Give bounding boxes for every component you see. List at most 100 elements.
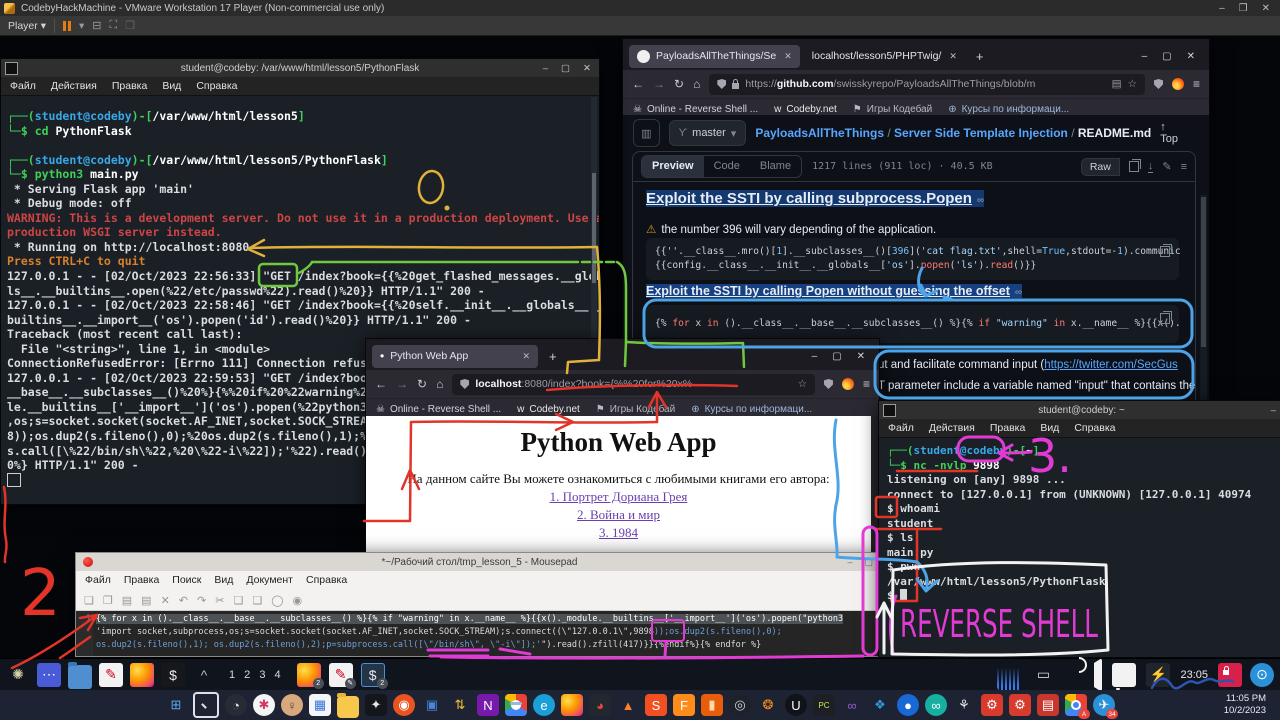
home-button[interactable]: ⌂ xyxy=(693,77,700,91)
red-folder-icon[interactable]: ▤ xyxy=(1037,694,1059,716)
map-pin-icon[interactable]: ● xyxy=(897,694,919,716)
close-button[interactable]: ✕ xyxy=(1187,51,1195,62)
menu-item-справка[interactable]: Справка xyxy=(196,80,237,92)
mousepad-window[interactable]: *~/Рабочий стол/tmp_lesson_5 - Mousepad … xyxy=(75,552,884,657)
app-menu-icon[interactable]: ≡ xyxy=(863,377,870,391)
menu-item-файл[interactable]: Файл xyxy=(10,80,36,92)
minimize-button[interactable]: – xyxy=(847,557,852,568)
tab-close-icon[interactable]: ✕ xyxy=(522,351,530,362)
readme-heading-subprocess-popen[interactable]: Exploit the SSTI by calling subprocess.P… xyxy=(646,190,984,207)
menu-item-правка[interactable]: Правка xyxy=(112,80,147,92)
visual-studio-icon[interactable]: ∞ xyxy=(841,694,863,716)
maximize-button[interactable]: ▢ xyxy=(1162,51,1171,62)
power-manager-icon[interactable]: ⚡ xyxy=(1146,663,1170,687)
screen-lock-icon[interactable] xyxy=(1218,663,1242,687)
save-as-icon[interactable]: ▤ xyxy=(141,591,151,609)
tab-close-icon[interactable]: ✕ xyxy=(784,51,792,62)
file-manager-icon[interactable] xyxy=(68,665,92,689)
chrome-icon[interactable] xyxy=(505,694,527,716)
codeby-spider-logo[interactable]: ✺ xyxy=(6,663,30,687)
back-button[interactable]: ← xyxy=(375,377,387,391)
vmware-maximize-button[interactable]: ❐ xyxy=(1239,3,1248,14)
minimize-button[interactable]: – xyxy=(1142,51,1148,62)
bookmark-codeby-games[interactable]: ⚑Игры Кодебай xyxy=(596,404,675,415)
undo-icon[interactable]: ↶ xyxy=(179,591,188,609)
close-doc-icon[interactable]: ✕ xyxy=(161,591,170,609)
new-file-icon[interactable]: ❏ xyxy=(84,591,94,609)
book-link-dorian-gray[interactable]: 1. Портрет Дориана Грея xyxy=(366,489,871,505)
menu-item-документ[interactable]: Документ xyxy=(246,574,293,586)
breadcrumb-folder-link[interactable]: Server Side Template Injection xyxy=(894,126,1068,140)
volume-icon[interactable] xyxy=(1065,658,1102,691)
extension-flame-icon[interactable] xyxy=(1172,78,1184,90)
cpu-graph-icon[interactable] xyxy=(997,666,1021,690)
notes-app-icon[interactable]: ✦ xyxy=(365,694,387,716)
bookmark-online-reverse-shell[interactable]: ☠Online - Reverse Shell ... xyxy=(633,104,758,115)
extensions-shield-icon[interactable] xyxy=(824,379,833,389)
tab-code[interactable]: Code xyxy=(704,156,750,177)
tab-payloadsallthethings[interactable]: PayloadsAllTheThings/Se ✕ xyxy=(629,45,800,68)
notifications-bell-icon[interactable] xyxy=(1112,663,1136,687)
vmware-close-button[interactable]: ✕ xyxy=(1262,3,1270,14)
replace-icon[interactable]: ◉ xyxy=(293,591,303,609)
close-button[interactable]: ✕ xyxy=(857,351,865,362)
code-block-subprocess[interactable]: {{''.__class__.mro()[1].__subclasses__()… xyxy=(646,238,1179,280)
red-tool-icon[interactable]: ⚙ xyxy=(981,694,1003,716)
vmware-player-menu[interactable]: Player ▾ xyxy=(8,20,46,32)
onenote-icon[interactable]: N xyxy=(477,694,499,716)
raw-button[interactable]: Raw xyxy=(1081,158,1120,176)
copy-icon[interactable]: ❏ xyxy=(233,591,243,609)
minimize-button[interactable]: – xyxy=(1271,405,1276,416)
copy-file-icon[interactable] xyxy=(1129,161,1139,172)
host-clock[interactable]: 11:05 PM 10/2/2023 xyxy=(1224,693,1266,716)
menu-item-вид[interactable]: Вид xyxy=(1040,422,1059,434)
menu-item-вид[interactable]: Вид xyxy=(214,574,233,586)
unreal-engine-icon[interactable]: U xyxy=(785,694,807,716)
terminal-titlebar[interactable]: student@codeby: /var/www/html/lesson5/Py… xyxy=(1,59,599,77)
app-menu-icon[interactable]: ⋯ xyxy=(37,663,61,687)
colorful-app-icon[interactable]: ✱ xyxy=(253,694,275,716)
forward-button[interactable]: → xyxy=(653,77,665,91)
taskbar-window-mousepad[interactable]: ✎✎ xyxy=(329,663,353,687)
messenger-icon[interactable]: ✈34 xyxy=(1093,694,1115,716)
download-icon[interactable]: ↓ xyxy=(1148,160,1154,173)
bookmark-star-icon[interactable]: ☆ xyxy=(798,378,807,390)
assistant-app-icon[interactable]: ♀ xyxy=(281,694,303,716)
chevron-up-icon[interactable]: ^ xyxy=(192,663,216,687)
edit-pencil-icon[interactable]: ✎ xyxy=(1162,160,1171,173)
terminal-titlebar[interactable]: student@codeby: ~ – xyxy=(879,401,1280,419)
mousepad-titlebar[interactable]: *~/Рабочий стол/tmp_lesson_5 - Mousepad … xyxy=(76,553,883,571)
file-explorer-icon[interactable] xyxy=(337,696,359,718)
vm-pause-button[interactable] xyxy=(63,21,71,31)
search-button[interactable] xyxy=(193,692,219,718)
menu-item-поиск[interactable]: Поиск xyxy=(172,574,201,586)
url-bar[interactable]: localhost:8080/index?book={%%20for%20x% … xyxy=(452,374,815,395)
cut-icon[interactable]: ✂ xyxy=(215,591,224,609)
terminal-launcher-icon[interactable]: $ xyxy=(161,663,185,687)
readme-heading-popen-offset[interactable]: Exploit the SSTI by calling Popen withou… xyxy=(646,284,1022,298)
home-button[interactable]: ⌂ xyxy=(436,377,443,391)
extensions-shield-icon[interactable] xyxy=(1154,79,1163,89)
forward-button[interactable]: → xyxy=(396,377,408,391)
bookmark-star-icon[interactable]: ☆ xyxy=(1128,78,1137,90)
virtualbox-icon[interactable]: ▣ xyxy=(421,694,443,716)
tab-close-icon[interactable]: ✕ xyxy=(949,51,957,62)
menu-item-правка[interactable]: Правка xyxy=(990,422,1025,434)
menu-item-вид[interactable]: Вид xyxy=(162,80,181,92)
bookmark-online-reverse-shell[interactable]: ☠Online - Reverse Shell ... xyxy=(376,404,501,415)
start-button[interactable]: ⊞ xyxy=(165,694,187,716)
book-link-war-and-peace[interactable]: 2. Война и мир xyxy=(366,507,871,523)
s-app-icon[interactable]: S xyxy=(645,694,667,716)
firefox-launcher-icon[interactable] xyxy=(130,663,154,687)
save-icon[interactable]: ▤ xyxy=(122,591,132,609)
blender-icon[interactable]: ❂ xyxy=(757,694,779,716)
menu-item-правка[interactable]: Правка xyxy=(124,574,159,586)
vmware-titlebar[interactable]: CodebyHackMachine - VMware Workstation 1… xyxy=(0,0,1280,16)
menu-item-файл[interactable]: Файл xyxy=(888,422,914,434)
pycharm-icon[interactable]: PC xyxy=(813,694,835,716)
app-menu-icon[interactable]: ≡ xyxy=(1193,77,1200,91)
menu-item-файл[interactable]: Файл xyxy=(85,574,111,586)
red-tool2-icon[interactable]: ⚙ xyxy=(1009,694,1031,716)
clipboard-icon[interactable]: ▭ xyxy=(1031,663,1055,687)
book-link-1984[interactable]: 3. 1984 xyxy=(366,525,871,541)
